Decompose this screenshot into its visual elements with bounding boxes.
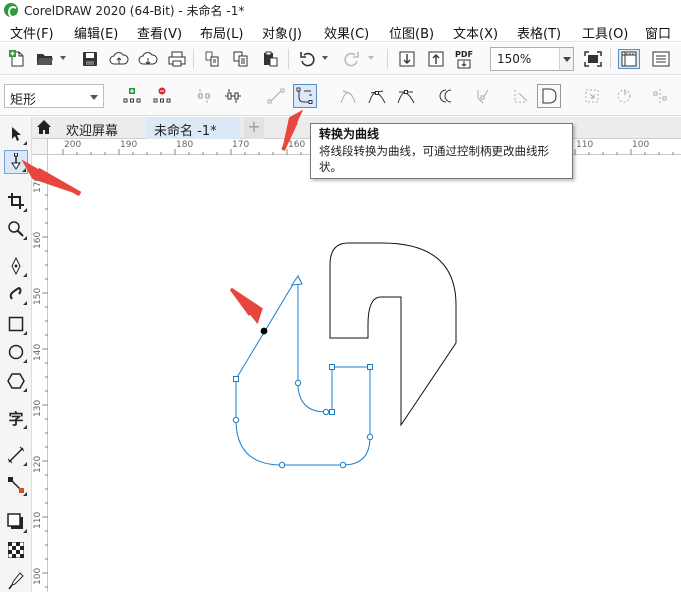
annotation-arrows xyxy=(21,109,304,197)
convert-to-curve-tooltip: 转换为曲线 将线段转换为曲线，可通过控制柄更改曲线形状。 xyxy=(310,123,573,179)
tooltip-title: 转换为曲线 xyxy=(319,127,380,141)
tooltip-description: 将线段转换为曲线，可通过控制柄更改曲线形状。 xyxy=(319,144,549,174)
